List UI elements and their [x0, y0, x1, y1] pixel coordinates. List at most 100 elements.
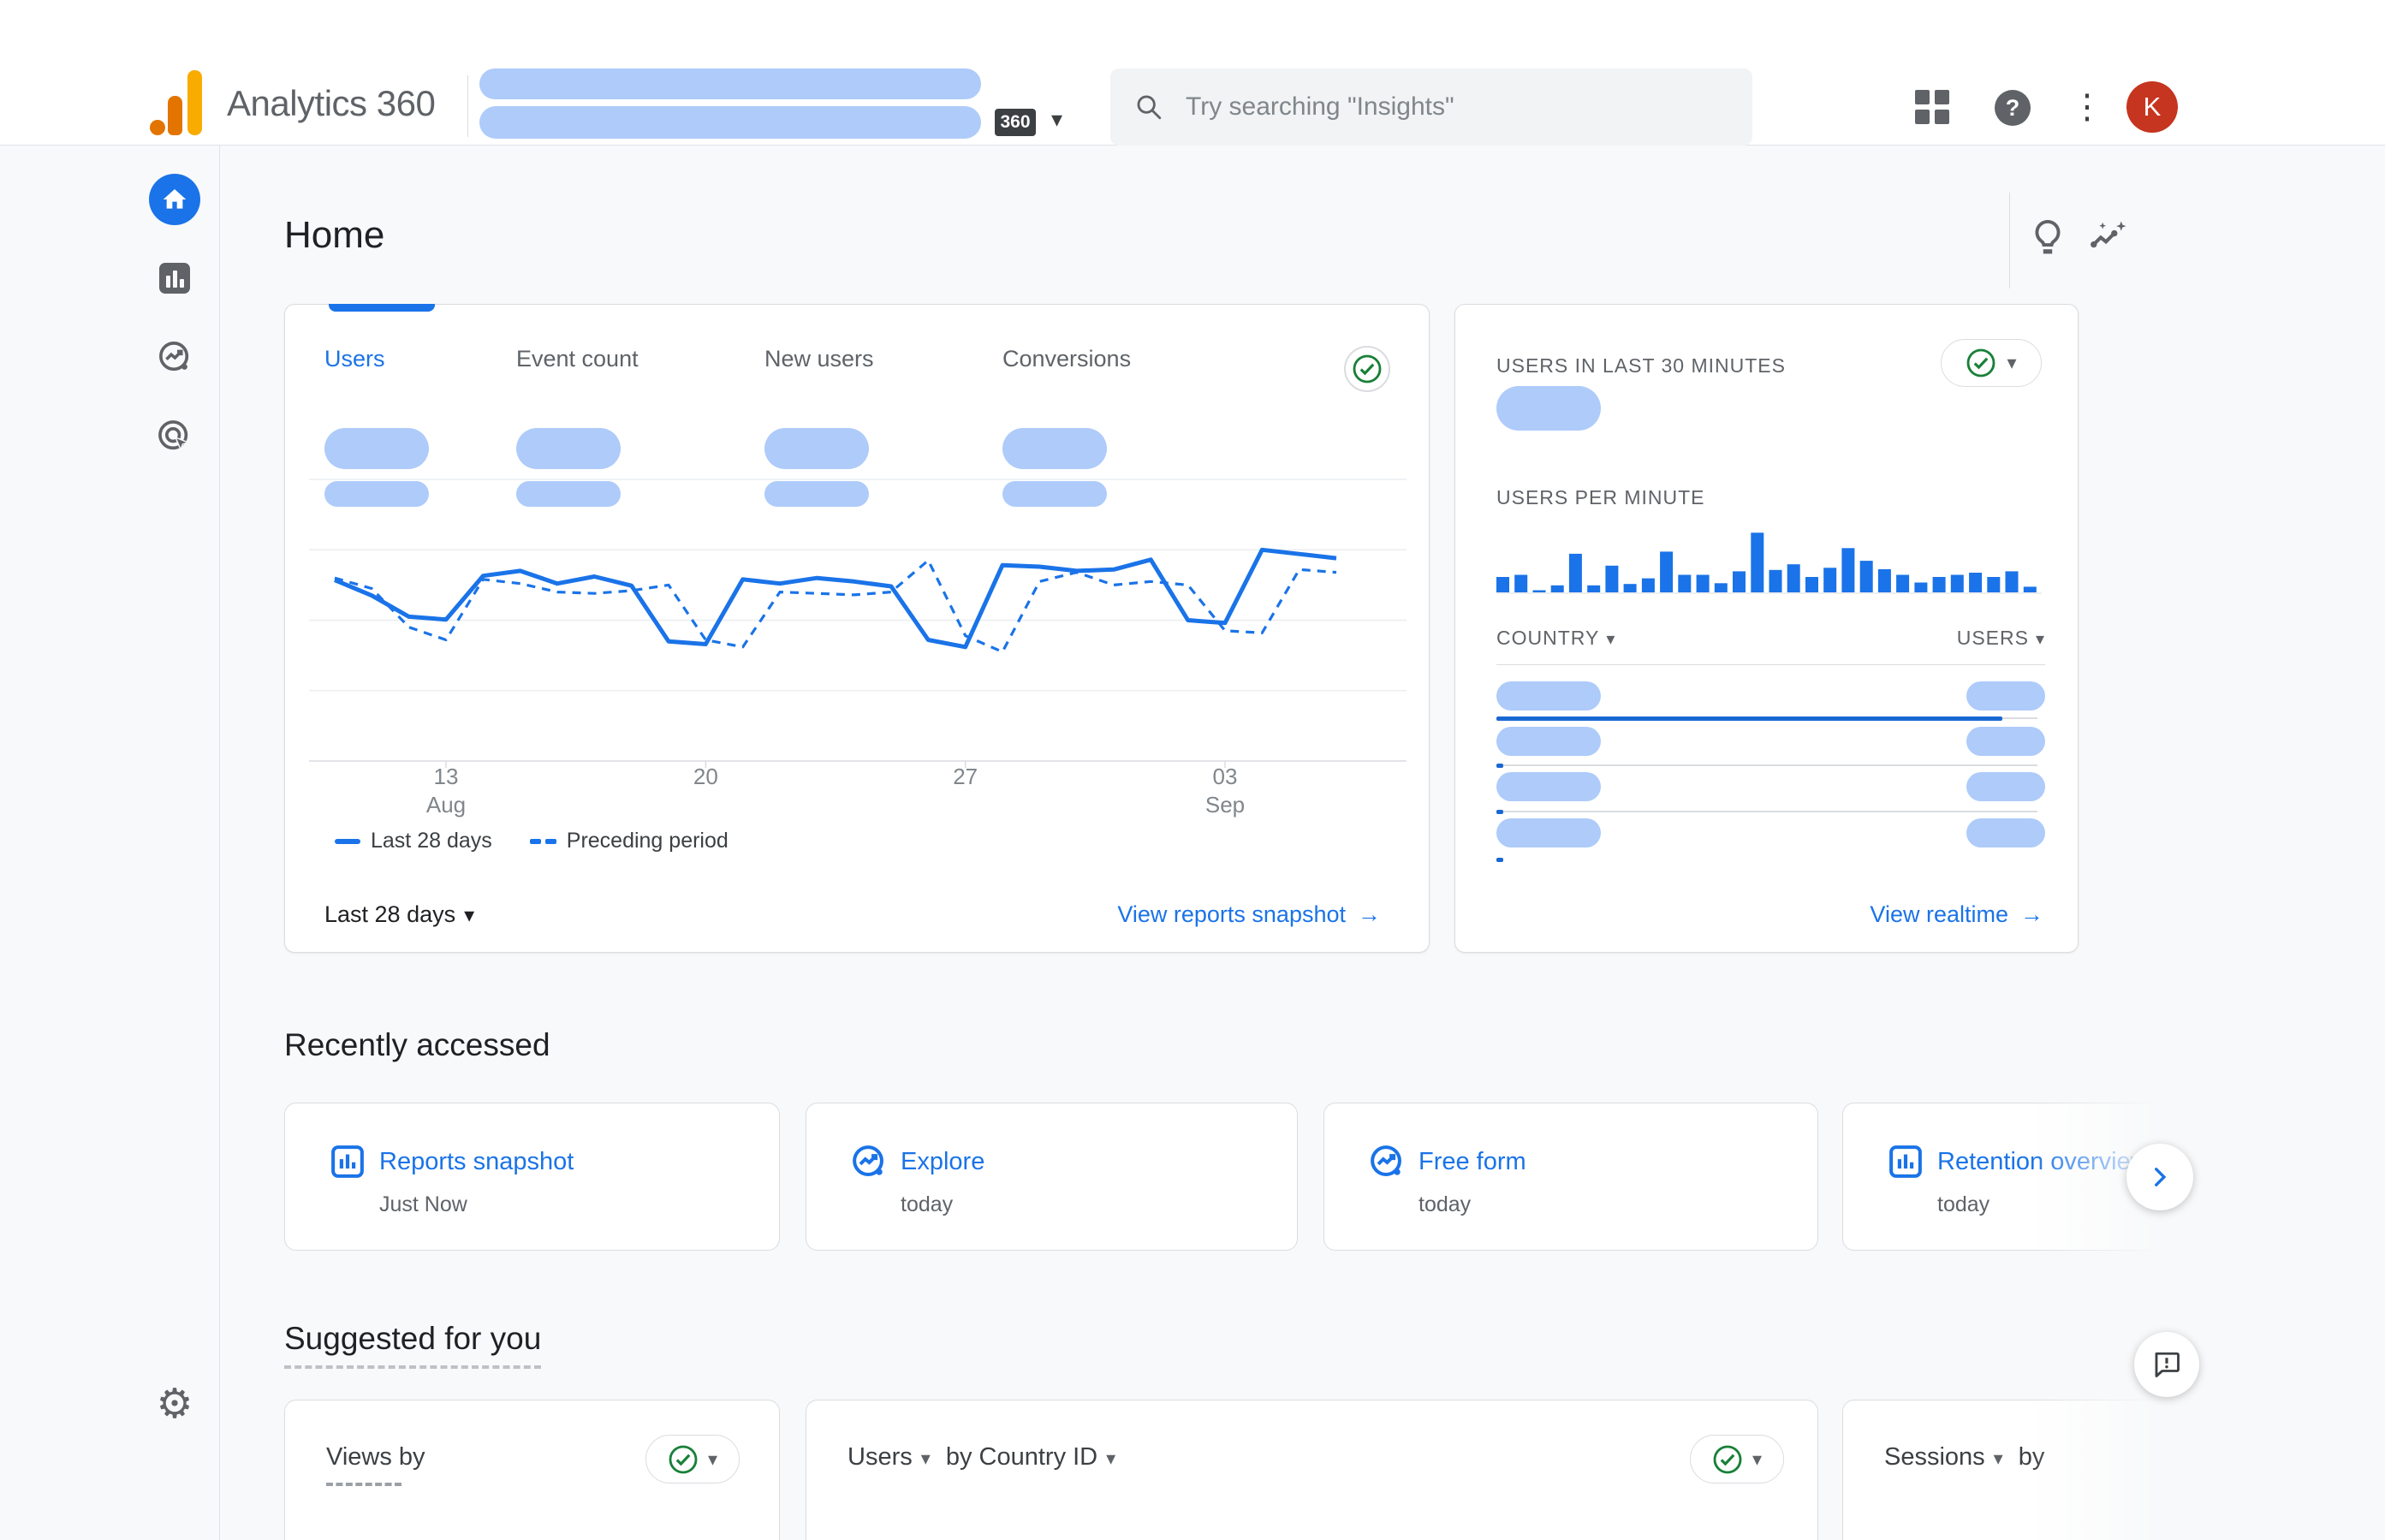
reports-snapshot-icon	[328, 1142, 367, 1181]
recent-card-title: Explore	[901, 1148, 984, 1176]
dimension-label[interactable]: Views by	[326, 1443, 425, 1471]
trend-series-solid	[335, 550, 1336, 647]
sidebar-item-advertising[interactable]	[149, 411, 200, 462]
recent-card-subtitle: today	[901, 1192, 953, 1217]
recent-card-subtitle: today	[1419, 1192, 1471, 1217]
caret-down-icon: ▾	[1994, 1448, 2003, 1469]
chart-legend: Last 28 days Preceding period	[335, 829, 729, 853]
360-badge: 360	[995, 109, 1036, 136]
app-header: Analytics 360 360 ▾ ? ⋮ K	[0, 0, 2385, 146]
recent-card-free-form[interactable]: Free form today	[1323, 1103, 1818, 1251]
realtime-status-dropdown[interactable]: ▾	[1941, 339, 2042, 387]
redacted-users-value	[1966, 772, 2045, 801]
recent-card-reports-snapshot[interactable]: Reports snapshotJust Now	[284, 1103, 780, 1251]
search-input[interactable]	[1186, 92, 1699, 122]
suggested-card-3[interactable]: Sessions ▾ by	[1842, 1400, 2185, 1540]
explore-icon	[1367, 1142, 1407, 1181]
recent-card-title: Free form	[1419, 1148, 1526, 1176]
metric-tab-label: New users	[764, 346, 874, 372]
sidebar-item-reports[interactable]	[149, 253, 200, 304]
carousel-next-button[interactable]	[2126, 1144, 2193, 1210]
card-status-dropdown[interactable]: ▾	[645, 1435, 740, 1484]
suggested-card-2[interactable]: Users ▾ by Country ID ▾ ▾	[806, 1400, 1818, 1540]
suggested-card-text: Sessions ▾ by	[1884, 1443, 2044, 1472]
help-icon[interactable]: ?	[1995, 90, 2031, 126]
users-per-minute-bar-chart	[1496, 520, 2042, 596]
redacted-users-value	[1966, 681, 2045, 711]
view-reports-snapshot-link[interactable]: View reports snapshot→	[1117, 901, 1381, 928]
data-quality-check-button[interactable]	[1344, 346, 1390, 392]
search-bar[interactable]	[1110, 68, 1752, 146]
insights-lightbulb-icon[interactable]	[2025, 216, 2070, 260]
google-analytics-logo-icon	[150, 70, 203, 137]
svg-text:03: 03	[1213, 764, 1238, 789]
check-circle-icon	[1712, 1444, 1743, 1475]
redacted-property-name	[479, 106, 981, 139]
dropdown-caret-icon: ▾	[2007, 352, 2016, 374]
svg-text:Aug: Aug	[426, 792, 466, 818]
sidebar-item-explore[interactable]	[149, 331, 200, 383]
dropdown-caret-icon: ▾	[708, 1448, 717, 1471]
metric-tab-label: Conversions	[1002, 346, 1131, 372]
metric-tab-label: Users	[324, 346, 385, 372]
date-range-selector[interactable]: Last 28 days▾	[324, 901, 474, 928]
check-circle-icon	[1966, 348, 1996, 378]
table-divider	[1496, 664, 2045, 665]
caret-down-icon: ▾	[921, 1448, 931, 1469]
dimension-label[interactable]: Sessions	[1884, 1443, 1985, 1471]
users-trend-line-chart: 13Aug202703Sep	[309, 455, 1407, 824]
sidebar-item-home[interactable]	[149, 174, 200, 225]
dimension-label[interactable]: Users	[848, 1443, 913, 1471]
left-nav: ⚙	[0, 146, 220, 1540]
users-per-minute-label: USERS PER MINUTE	[1496, 486, 1704, 509]
arrow-right-icon: →	[2020, 901, 2043, 927]
feedback-button[interactable]	[2134, 1332, 2199, 1397]
metric-tab-new-users[interactable]: New users	[764, 346, 874, 372]
avatar[interactable]: K	[2126, 81, 2178, 133]
settings-gear-icon[interactable]: ⚙	[149, 1378, 200, 1430]
metric-tab-conversions[interactable]: Conversions	[1002, 346, 1131, 372]
card-status-dropdown[interactable]: ▾	[1690, 1435, 1784, 1484]
suggested-card-1[interactable]: Views by ▾	[284, 1400, 780, 1540]
metric-tab-label: Event count	[516, 346, 639, 372]
country-column-header[interactable]: COUNTRY▾	[1496, 627, 1615, 650]
caret-down-icon: ▾	[1106, 1448, 1115, 1469]
home-icon	[161, 186, 188, 213]
svg-text:27: 27	[953, 764, 978, 789]
svg-text:20: 20	[693, 764, 718, 789]
apps-grid-icon[interactable]	[1915, 90, 1949, 124]
metric-tab-users[interactable]: Users	[324, 346, 385, 372]
recent-card-explore[interactable]: Explore today	[806, 1103, 1298, 1251]
dimension-label[interactable]: by Country ID	[946, 1443, 1097, 1471]
dropdown-caret-icon: ▾	[1752, 1448, 1762, 1471]
sort-caret-icon: ▾	[1606, 630, 1615, 649]
feedback-icon	[2151, 1349, 2182, 1380]
redacted-country-name	[1496, 818, 1601, 847]
insights-sparkline-icon[interactable]	[2085, 216, 2130, 260]
more-vert-icon[interactable]: ⋮	[2070, 87, 2104, 127]
analytics-home-screen: Analytics 360 360 ▾ ? ⋮ K	[0, 0, 2385, 1540]
svg-text:13: 13	[434, 764, 459, 789]
arrow-right-icon: →	[1358, 901, 1381, 927]
suggested-heading: Suggested for you	[284, 1321, 541, 1369]
redacted-account-name	[479, 68, 981, 99]
row-users-bar	[1496, 716, 2002, 721]
view-realtime-link[interactable]: View realtime→	[1870, 901, 2043, 928]
reports-overview-card: Users Event count New users Conversions 13 A…	[284, 304, 1430, 953]
title-divider	[2009, 193, 2010, 288]
redacted-country-name	[1496, 681, 1601, 711]
users-column-header[interactable]: USERS▾	[1957, 627, 2045, 650]
property-caret-icon[interactable]: ▾	[1051, 106, 1062, 133]
recent-card-subtitle: Just Now	[379, 1192, 467, 1217]
check-circle-icon	[668, 1444, 699, 1475]
legend-solid-swatch	[335, 839, 360, 844]
reports-icon	[159, 263, 190, 294]
row-bar-track	[1496, 764, 2037, 766]
dimension-label[interactable]: by	[2019, 1443, 2045, 1471]
metric-tab-event-count[interactable]: Event count	[516, 346, 639, 372]
redacted-country-name	[1496, 772, 1601, 801]
legend-label-previous: Preceding period	[567, 829, 729, 853]
row-bar-track	[1496, 811, 2037, 812]
date-range-caret-icon: ▾	[464, 904, 474, 927]
analytics-home-link[interactable]: Analytics 360	[150, 70, 435, 137]
